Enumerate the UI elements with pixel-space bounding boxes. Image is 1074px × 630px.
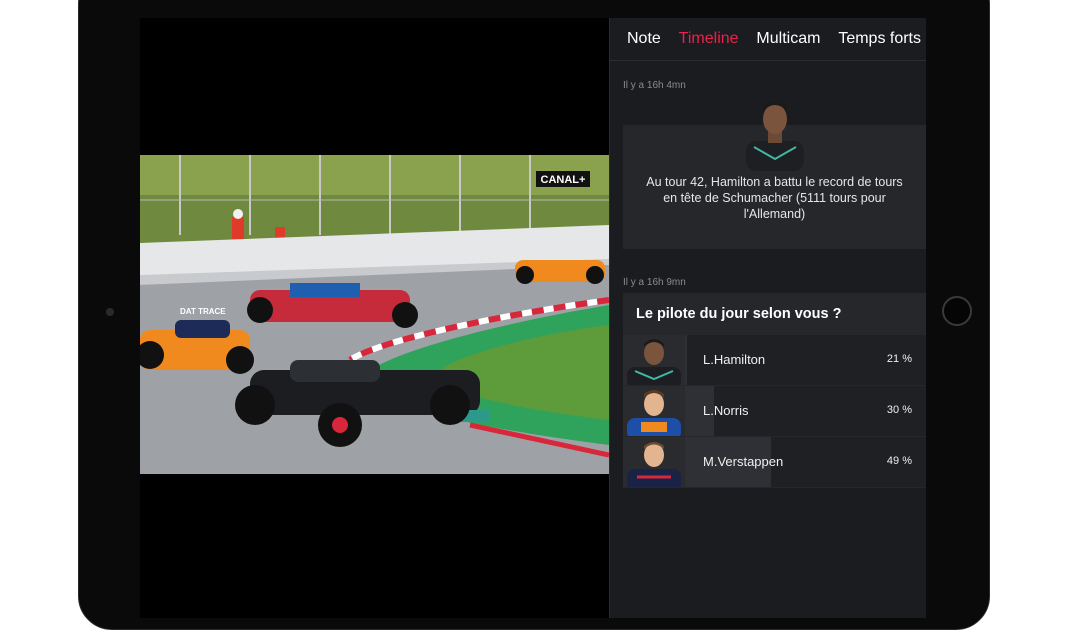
- poll-option[interactable]: M.Verstappen 49 %: [623, 437, 926, 487]
- poll-option-percent: 21 %: [886, 353, 912, 365]
- timeline-note-card: Au tour 42, Hamilton a battu le record d…: [623, 101, 926, 249]
- poll-option[interactable]: L.Norris 30 %: [623, 386, 926, 436]
- app-screen: CANAL+ DAT TRACE Note Timeline Multicam …: [140, 18, 926, 618]
- tab-bar: Note Timeline Multicam Temps forts: [610, 18, 926, 61]
- hamilton-portrait-icon: [746, 101, 804, 171]
- side-panel: Note Timeline Multicam Temps forts Il y …: [609, 18, 926, 618]
- home-button[interactable]: [942, 296, 972, 326]
- verstappen-avatar-icon: [623, 437, 685, 487]
- poll-option-name: L.Hamilton: [703, 352, 766, 367]
- tab-temps-forts[interactable]: Temps forts: [838, 30, 921, 48]
- poll-option-percent: 30 %: [886, 404, 912, 416]
- front-camera: [106, 308, 114, 316]
- poll-question: Le pilote du jour selon vous ?: [636, 306, 842, 322]
- timeline-timestamp: Il y a 16h 4mn: [623, 80, 686, 91]
- poll-option[interactable]: L.Hamilton 21 %: [623, 335, 926, 385]
- norris-avatar-icon: [623, 386, 685, 436]
- poll-option-name: M.Verstappen: [703, 454, 784, 469]
- tab-multicam[interactable]: Multicam: [756, 30, 820, 48]
- poll-option-percent: 49 %: [886, 455, 912, 467]
- race-video-frame: CANAL+ DAT TRACE: [140, 155, 609, 474]
- poll-card: Le pilote du jour selon vous ? L.Hamilto…: [623, 293, 926, 488]
- hamilton-avatar-icon: [623, 335, 685, 385]
- car-orange-far: [515, 260, 605, 284]
- tab-timeline[interactable]: Timeline: [679, 30, 739, 48]
- broadcaster-logo: CANAL+: [541, 174, 586, 186]
- video-player[interactable]: CANAL+ DAT TRACE: [140, 155, 609, 474]
- tab-note[interactable]: Note: [627, 30, 661, 48]
- poll-option-name: L.Norris: [703, 403, 749, 418]
- sponsor-logo: DAT TRACE: [180, 307, 226, 316]
- timeline-note-text: Au tour 42, Hamilton a battu le record d…: [646, 175, 903, 221]
- timeline-timestamp: Il y a 16h 9mn: [623, 277, 686, 288]
